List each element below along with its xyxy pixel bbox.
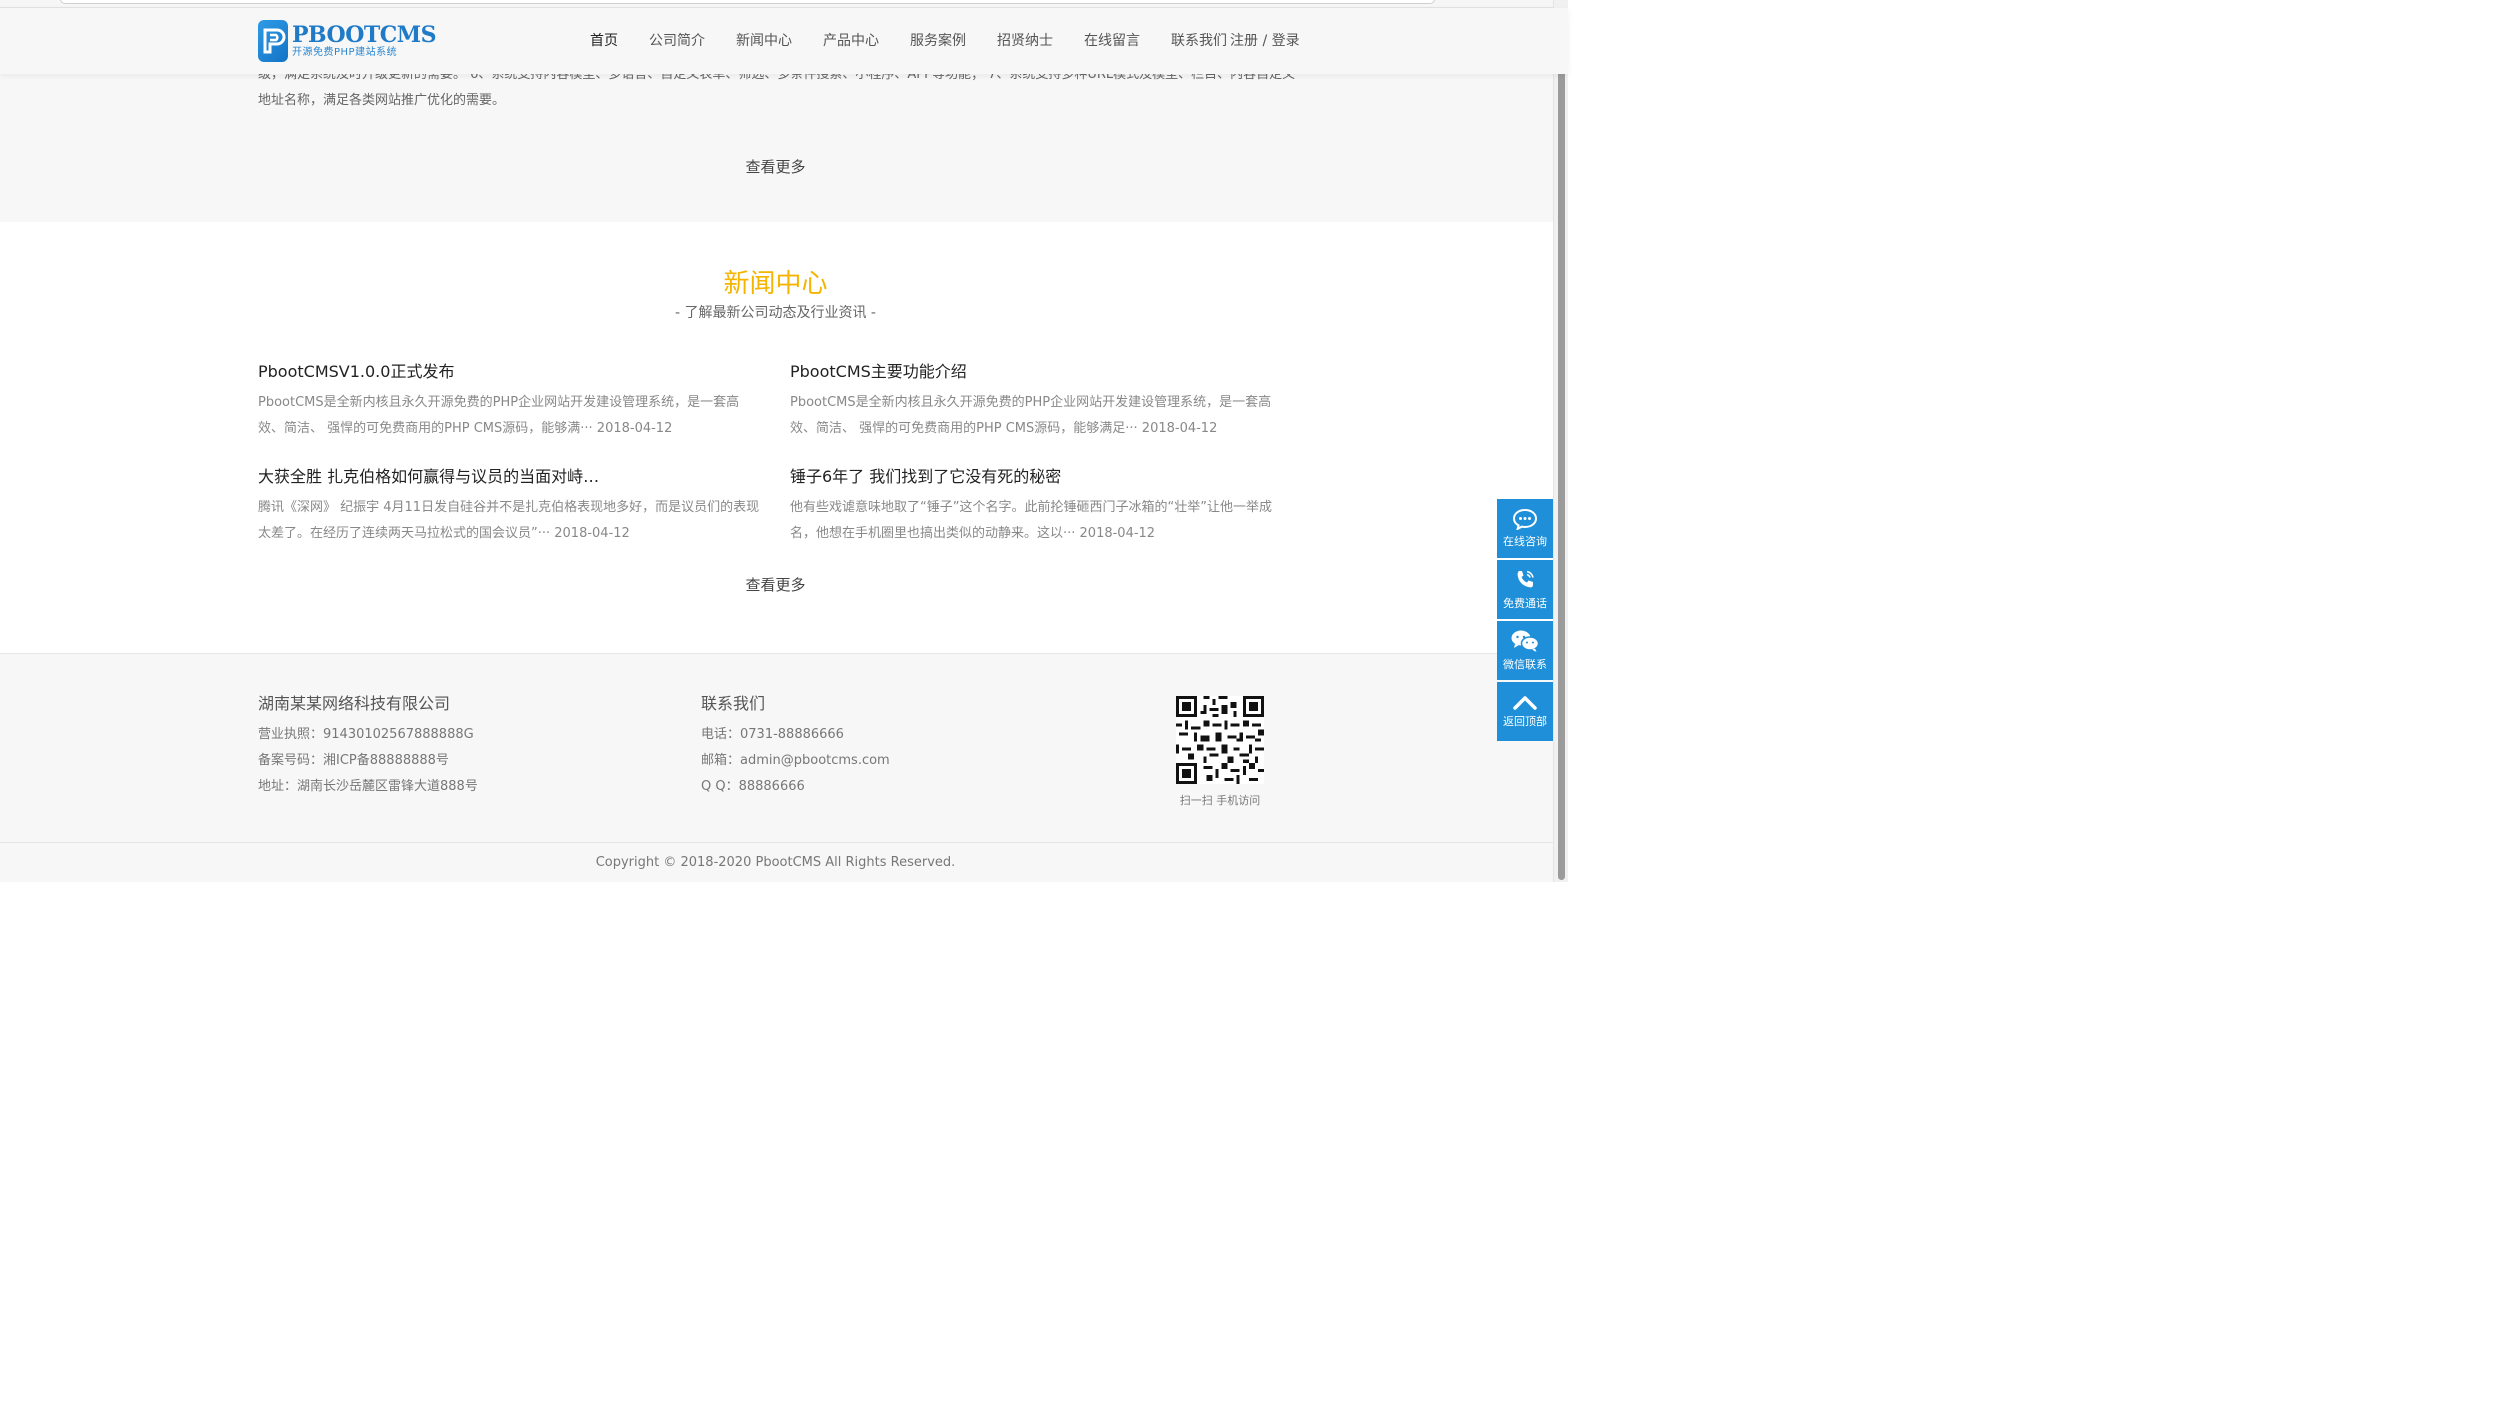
float-back-to-top-button[interactable]: 返回顶部 [1497, 682, 1553, 741]
logo-subtitle: 开源免费PHP建站系统 [292, 47, 398, 58]
wechat-icon [1511, 630, 1540, 652]
news-item-desc: PbootCMS是全新内核且永久开源免费的PHP企业网站开发建设管理系统，是一套… [258, 395, 740, 436]
news-item[interactable]: 大获全胜 扎克伯格如何赢得与议员的当面对峙… 腾讯《深网》 纪振宇 4月11日发… [258, 466, 763, 547]
site-logo[interactable]: PBOOTCMS 开源免费PHP建站系统 [258, 19, 437, 63]
nav-item-about[interactable]: 公司简介 [649, 30, 705, 50]
nav-item-products[interactable]: 产品中心 [823, 30, 879, 50]
float-free-call-button[interactable]: 免费通话 [1497, 560, 1553, 619]
page: PBOOTCMS 开源免费PHP建站系统 首页 公司简介 新闻中心 产品中心 服… [0, 0, 1568, 882]
footer-license: 营业执照：91430102567888888G [258, 727, 474, 742]
chat-icon [1512, 508, 1538, 530]
news-more-link[interactable]: 查看更多 [0, 574, 1551, 595]
float-wechat-button[interactable]: 微信联系 [1497, 621, 1553, 680]
footer-contact: 联系我们 电话：0731-88886666 邮箱：admin@pbootcms.… [701, 692, 890, 800]
float-label: 在线咨询 [1503, 535, 1547, 548]
about-more-link[interactable]: 查看更多 [0, 156, 1551, 177]
about-text-line: 地址名称，满足各类网站推广优化的需要。 [258, 93, 506, 108]
news-item[interactable]: PbootCMSV1.0.0正式发布 PbootCMS是全新内核且永久开源免费的… [258, 361, 763, 442]
qr-caption: 扫一扫 手机访问 [1179, 794, 1261, 807]
news-item-title[interactable]: PbootCMSV1.0.0正式发布 [258, 361, 763, 383]
footer-qq: Q Q：88886666 [701, 779, 805, 794]
main-nav: 首页 公司简介 新闻中心 产品中心 服务案例 招贤纳士 在线留言 联系我们 注册… [590, 30, 1300, 50]
footer-icp[interactable]: 备案号码：湘ICP备88888888号 [258, 748, 478, 774]
nav-item-cases[interactable]: 服务案例 [910, 30, 966, 50]
page-scrollbar[interactable] [1553, 0, 1568, 882]
site-header: PBOOTCMS 开源免费PHP建站系统 首页 公司简介 新闻中心 产品中心 服… [0, 8, 1568, 74]
footer-qr: 扫一扫 手机访问 [1176, 696, 1264, 808]
news-item[interactable]: PbootCMS主要功能介绍 PbootCMS是全新内核且永久开源免费的PHP企… [790, 361, 1295, 442]
news-section-title: 新闻中心 [723, 269, 828, 299]
logo-icon [258, 20, 288, 62]
copyright: Copyright © 2018-2020 PbootCMS All Right… [0, 842, 1568, 882]
qr-code-icon [1176, 696, 1264, 784]
floating-contact-bar: 在线咨询 免费通话 微信联系 返回顶部 [1497, 499, 1553, 743]
nav-item-home[interactable]: 首页 [590, 30, 618, 50]
footer-contact-title: 联系我们 [701, 694, 766, 713]
about-section: 级，满足系统及时升级更新的需要。 6、系统支持内容模型、多语言、自定义表单、筛选… [0, 67, 1568, 222]
footer-address: 地址：湖南长沙岳麓区雷锋大道888号 [258, 779, 478, 794]
browser-top-strip [0, 0, 1568, 8]
footer-company-name: 湖南某某网络科技有限公司 [258, 694, 451, 713]
address-bar[interactable] [60, 0, 1435, 4]
nav-item-jobs[interactable]: 招贤纳士 [997, 30, 1053, 50]
news-item[interactable]: 锤子6年了 我们找到了它没有死的秘密 他有些戏谑意味地取了“锤子”这个名字。此前… [790, 466, 1295, 547]
news-item-title[interactable]: PbootCMS主要功能介绍 [790, 361, 1295, 383]
nav-item-message[interactable]: 在线留言 [1084, 30, 1140, 50]
footer-phone: 电话：0731-88886666 [701, 727, 844, 742]
news-item-desc: PbootCMS是全新内核且永久开源免费的PHP企业网站开发建设管理系统，是一套… [790, 395, 1272, 436]
news-section-subtitle: - 了解最新公司动态及行业资讯 - [674, 305, 876, 321]
float-label: 微信联系 [1503, 658, 1547, 671]
login-link[interactable]: 注册 / 登录 [1230, 30, 1300, 50]
float-label: 返回顶部 [1503, 715, 1547, 728]
footer-company: 湖南某某网络科技有限公司 营业执照：91430102567888888G 备案号… [258, 692, 478, 800]
news-item-title[interactable]: 大获全胜 扎克伯格如何赢得与议员的当面对峙… [258, 466, 763, 488]
phone-icon [1517, 570, 1534, 588]
arrow-up-icon [1513, 696, 1537, 710]
news-item-desc: 腾讯《深网》 纪振宇 4月11日发自硅谷并不是扎克伯格表现地多好，而是议员们的表… [258, 500, 760, 541]
float-label: 免费通话 [1503, 597, 1547, 610]
news-item-title[interactable]: 锤子6年了 我们找到了它没有死的秘密 [790, 466, 1295, 488]
site-footer: 湖南某某网络科技有限公司 营业执照：91430102567888888G 备案号… [0, 653, 1568, 842]
scrollbar-thumb[interactable] [1558, 20, 1565, 880]
news-item-desc: 他有些戏谑意味地取了“锤子”这个名字。此前抡锤砸西门子冰箱的“壮举”让他一举成名… [790, 500, 1272, 541]
logo-title: PBOOTCMS [292, 22, 437, 48]
footer-email[interactable]: 邮箱：admin@pbootcms.com [701, 748, 890, 774]
float-online-consult-button[interactable]: 在线咨询 [1497, 499, 1553, 558]
nav-item-news[interactable]: 新闻中心 [736, 30, 792, 50]
nav-item-contact[interactable]: 联系我们 [1171, 30, 1227, 50]
